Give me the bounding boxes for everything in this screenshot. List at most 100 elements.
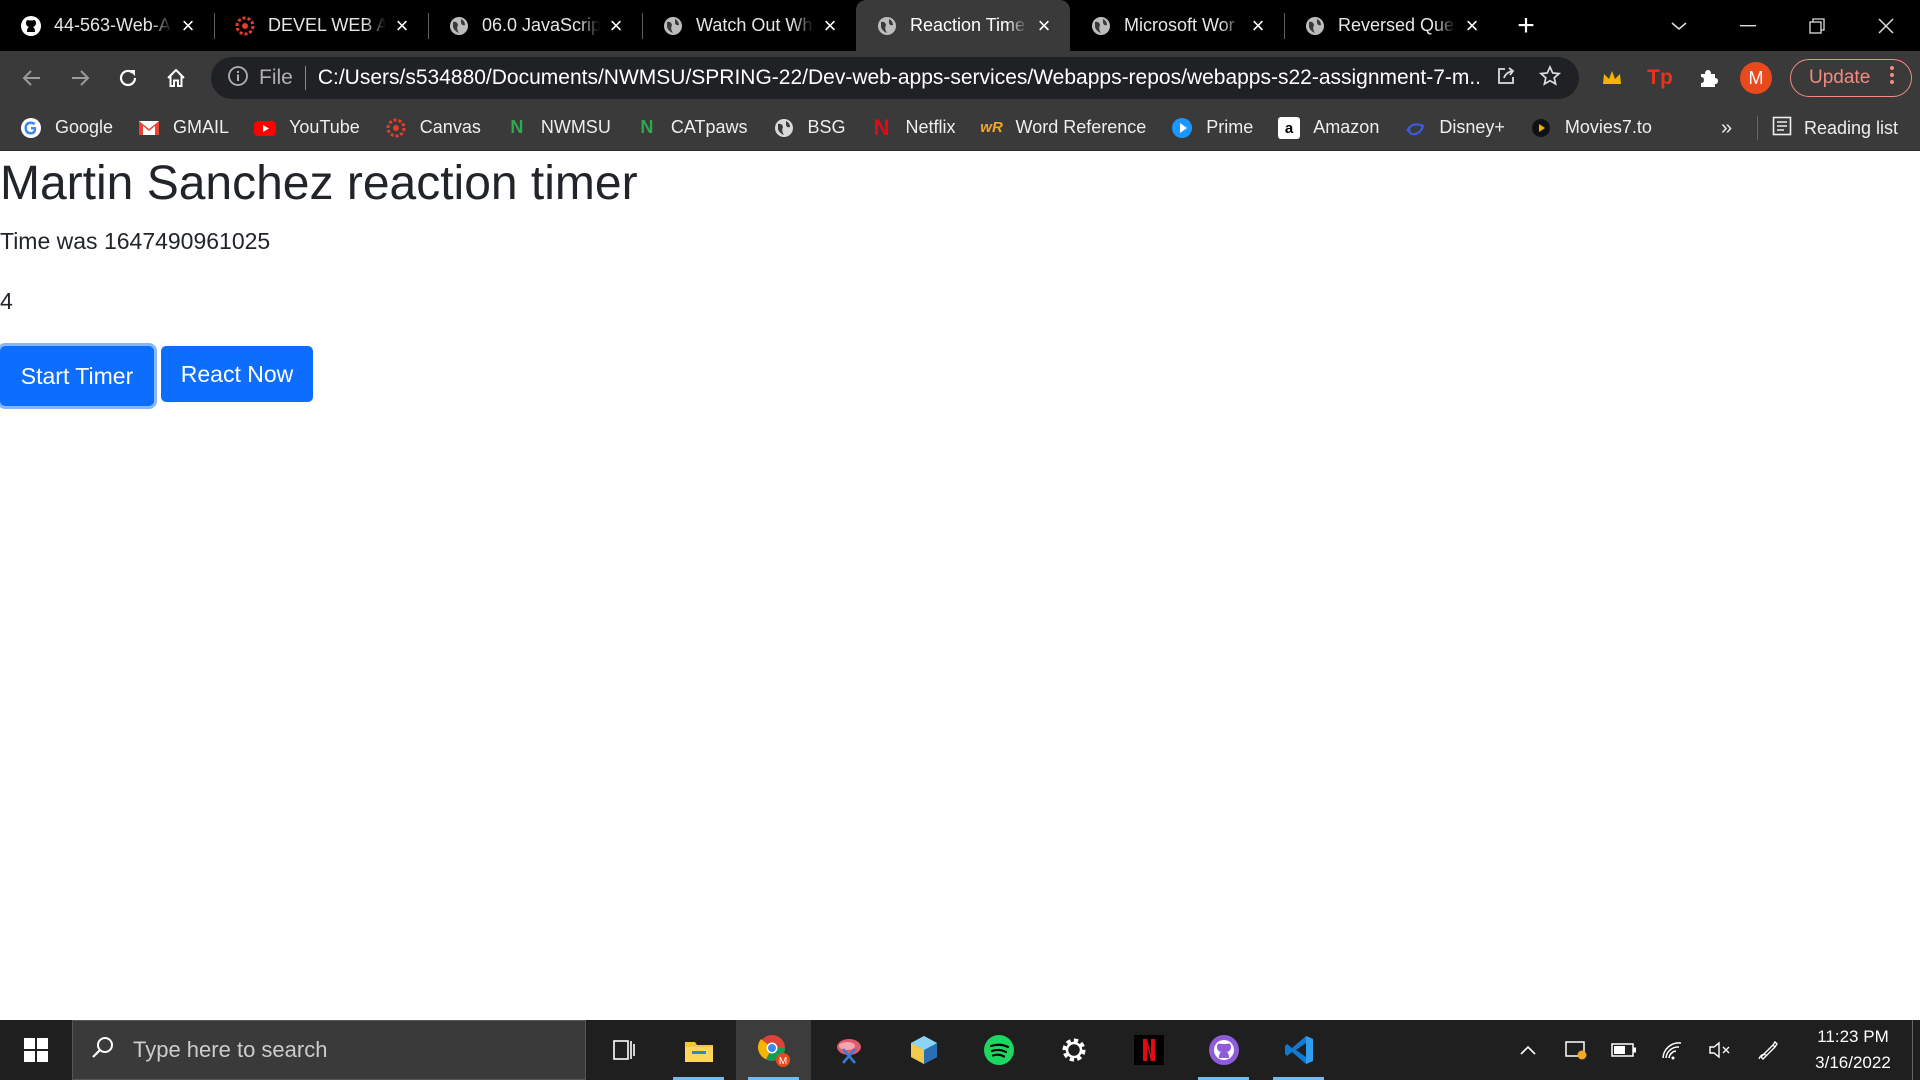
close-tab-icon[interactable]: ×: [820, 13, 840, 38]
bookmark-amazon[interactable]: a Amazon: [1277, 116, 1379, 140]
bookmark-label: BSG: [807, 117, 846, 137]
info-icon[interactable]: [227, 65, 249, 92]
spotify-icon[interactable]: [961, 1020, 1036, 1080]
bookmark-wordreference[interactable]: wR Word Reference: [980, 116, 1147, 140]
task-view-icon[interactable]: [586, 1020, 661, 1080]
crown-extension-icon[interactable]: [1588, 58, 1636, 98]
close-tab-icon[interactable]: ×: [1462, 13, 1482, 38]
pen-workspace-icon[interactable]: [1744, 1020, 1792, 1080]
show-desktop-button[interactable]: [1912, 1020, 1920, 1080]
close-tab-icon[interactable]: ×: [606, 13, 626, 38]
taskbar-search-box[interactable]: Type here to search: [72, 1020, 586, 1080]
tab-2[interactable]: 06.0 JavaScript ×: [428, 0, 642, 51]
tab-title: Microsoft Wor: [1124, 15, 1235, 35]
netflix-icon: N: [873, 114, 890, 140]
bookmark-catpaws[interactable]: N CATpaws: [635, 116, 747, 140]
scheme-label: File: [259, 66, 306, 90]
search-placeholder: Type here to search: [133, 1037, 328, 1062]
reading-list-button[interactable]: Reading list: [1772, 105, 1898, 151]
svg-text:a: a: [1285, 120, 1294, 137]
bookmark-google[interactable]: Google: [19, 116, 113, 140]
file-explorer-icon[interactable]: [661, 1020, 736, 1080]
google-icon: [19, 116, 43, 140]
share-icon[interactable]: [1495, 65, 1517, 92]
bookmark-label: Amazon: [1313, 117, 1380, 137]
forward-icon[interactable]: [56, 58, 104, 98]
tab-4-active[interactable]: Reaction Time ×: [856, 0, 1070, 51]
avatar-initial: M: [1740, 62, 1772, 94]
settings-gear-icon[interactable]: [1036, 1020, 1111, 1080]
netflix-app-icon[interactable]: [1111, 1020, 1186, 1080]
bookmark-movies7[interactable]: Movies7.to: [1529, 116, 1652, 140]
tab-0[interactable]: 44-563-Web-A ×: [0, 0, 214, 51]
close-tab-icon[interactable]: ×: [1034, 13, 1054, 38]
tab-strip: 44-563-Web-A × DEVEL WEB AP × 06.0 JavaS…: [0, 0, 1920, 51]
extensions-area: Tp M Update: [1588, 51, 1920, 105]
chrome-icon[interactable]: M: [736, 1020, 811, 1080]
back-icon[interactable]: [8, 58, 56, 98]
app-cube-icon[interactable]: [886, 1020, 961, 1080]
tab-5[interactable]: Microsoft Wor ×: [1070, 0, 1284, 51]
home-icon[interactable]: [152, 58, 200, 98]
bookmark-gmail[interactable]: GMAIL: [137, 116, 229, 140]
wifi-icon[interactable]: [1648, 1020, 1696, 1080]
start-timer-button[interactable]: Start Timer: [0, 346, 154, 406]
bookmark-nwmsu[interactable]: N NWMSU: [505, 116, 611, 140]
tab-title: Reaction Time: [910, 15, 1026, 35]
bookmark-label: Netflix: [905, 117, 956, 137]
new-tab-button[interactable]: +: [1498, 0, 1554, 51]
bookmark-label: Google: [55, 117, 114, 137]
address-bar[interactable]: File C:/Users/s534880/Documents/NWMSU/SP…: [211, 57, 1579, 99]
tab-6[interactable]: Reversed Queu ×: [1284, 0, 1498, 51]
more-menu-icon[interactable]: [1890, 66, 1895, 90]
tp-extension-icon[interactable]: Tp: [1636, 58, 1684, 98]
tab-search-icon[interactable]: [1644, 0, 1713, 51]
github-desktop-icon[interactable]: [1186, 1020, 1261, 1080]
volume-muted-icon[interactable]: [1696, 1020, 1744, 1080]
globe-icon: [448, 15, 470, 37]
tab-1[interactable]: DEVEL WEB AP ×: [214, 0, 428, 51]
puzzle-extensions-icon[interactable]: [1684, 58, 1732, 98]
tab-title: Watch Out Wh: [696, 15, 813, 35]
disney-icon: [1403, 116, 1427, 140]
amazon-icon: a: [1277, 116, 1301, 140]
clock-time: 11:23 PM: [1817, 1027, 1889, 1046]
bookmarks-divider: [1757, 116, 1758, 140]
bookmark-disney[interactable]: Disney+: [1403, 116, 1505, 140]
search-icon: [91, 1035, 115, 1065]
bookmark-label: Word Reference: [1015, 117, 1147, 137]
restore-icon[interactable]: [1782, 0, 1851, 51]
close-window-icon[interactable]: [1851, 0, 1920, 51]
minimize-icon[interactable]: [1713, 0, 1782, 51]
bookmark-bsg[interactable]: BSG: [772, 116, 846, 140]
close-tab-icon[interactable]: ×: [178, 13, 198, 38]
update-label: Update: [1809, 67, 1871, 88]
close-tab-icon[interactable]: ×: [392, 13, 412, 38]
tab-3[interactable]: Watch Out Wh ×: [642, 0, 856, 51]
notification-app-icon[interactable]: [1552, 1020, 1600, 1080]
svg-text:M: M: [778, 1056, 786, 1067]
tab-title: Reversed Queu: [1338, 15, 1456, 35]
bookmark-star-icon[interactable]: [1538, 64, 1562, 92]
nwmsu-icon: N: [510, 117, 524, 137]
windows-start-button[interactable]: [0, 1020, 72, 1080]
bookmark-canvas[interactable]: Canvas: [384, 116, 481, 140]
bookmark-youtube[interactable]: YouTube: [253, 116, 360, 140]
more-bookmarks-button[interactable]: »: [1721, 105, 1732, 151]
chevron-up-icon[interactable]: [1504, 1020, 1552, 1080]
react-now-button[interactable]: React Now: [161, 346, 313, 402]
close-tab-icon[interactable]: ×: [1248, 13, 1268, 38]
reload-icon[interactable]: [104, 58, 152, 98]
battery-icon[interactable]: [1600, 1020, 1648, 1080]
url-text[interactable]: C:/Users/s534880/Documents/NWMSU/SPRING-…: [318, 66, 1479, 90]
update-button[interactable]: Update: [1790, 59, 1912, 97]
wordreference-icon: wR: [980, 119, 1003, 136]
vscode-icon[interactable]: [1261, 1020, 1336, 1080]
taskbar-clock[interactable]: 11:23 PM 3/16/2022: [1798, 1024, 1908, 1076]
github-icon: [20, 15, 42, 37]
globe-icon: [772, 116, 796, 140]
profile-avatar[interactable]: M: [1732, 58, 1780, 98]
bookmark-netflix[interactable]: N Netflix: [870, 114, 956, 140]
snip-sketch-icon[interactable]: [811, 1020, 886, 1080]
bookmark-prime[interactable]: Prime: [1170, 116, 1253, 140]
